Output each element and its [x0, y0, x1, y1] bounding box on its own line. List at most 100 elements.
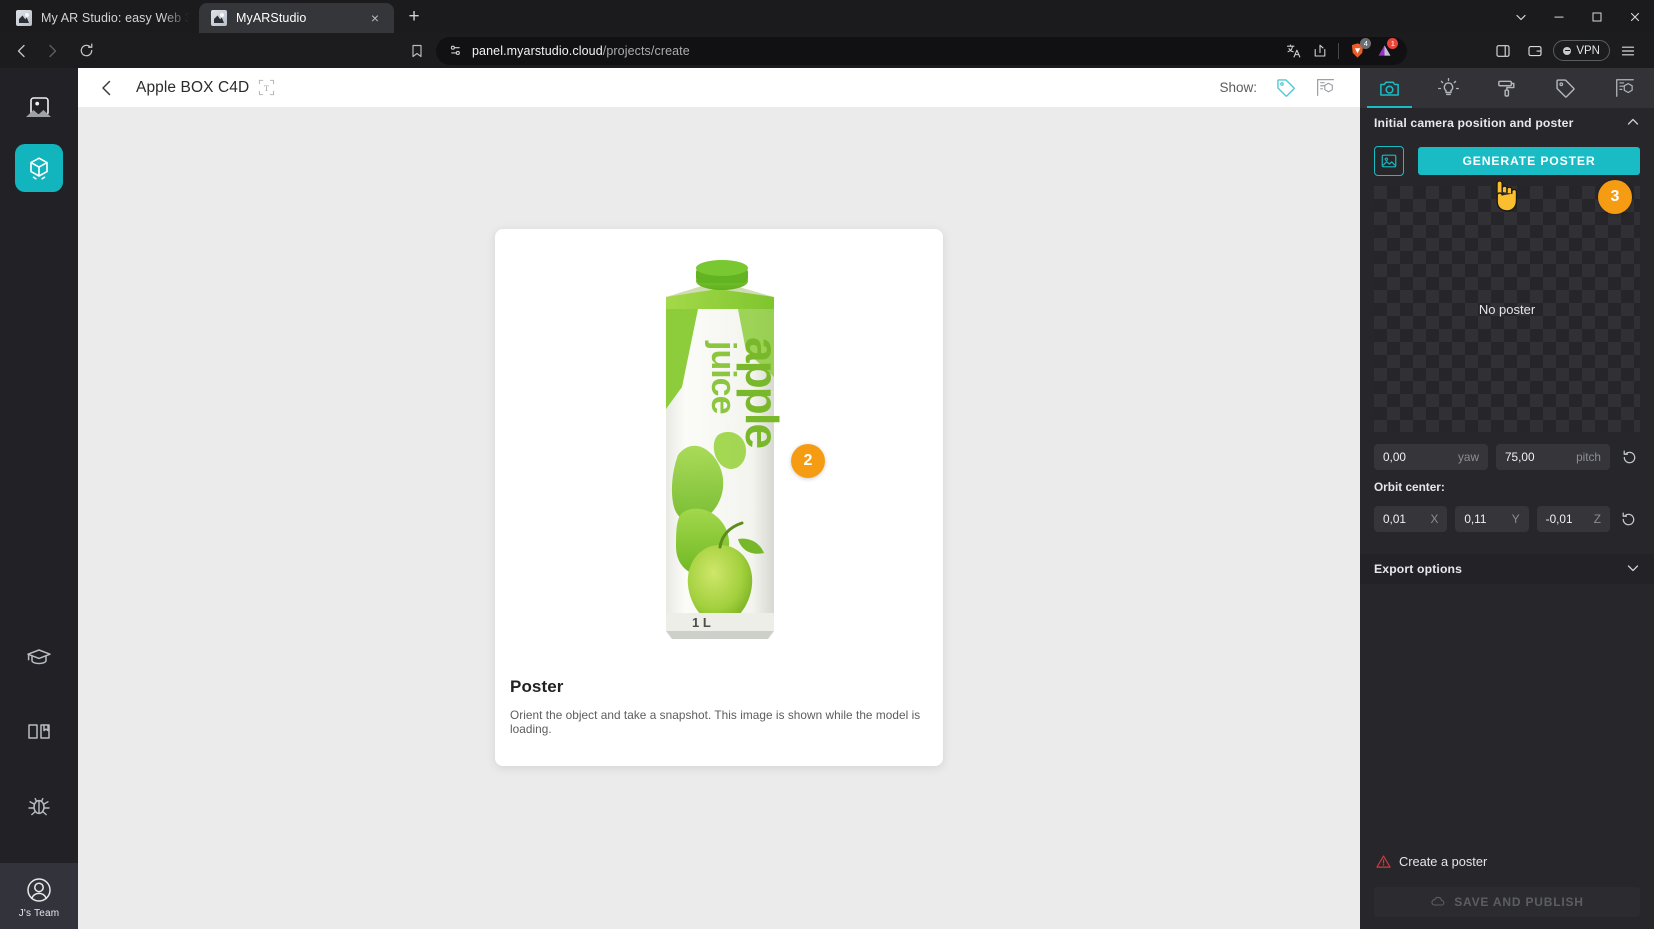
pitch-unit: pitch [1576, 450, 1601, 464]
tag-toggle-icon[interactable] [1275, 77, 1297, 99]
vpn-status-icon [1563, 46, 1572, 55]
camera-angle-fields: 0,00 yaw 75,00 pitch [1360, 432, 1654, 470]
tab-measure[interactable] [1595, 68, 1654, 108]
browser-toolbar: panel.myarstudio.cloud/projects/create 4… [0, 33, 1654, 68]
yaw-field[interactable]: 0,00 yaw [1374, 444, 1488, 470]
svg-text:1 L: 1 L [692, 615, 711, 630]
browser-tab-1[interactable]: MyARStudio × [199, 3, 394, 33]
brave-shields-icon[interactable]: 4 [1349, 38, 1372, 59]
generate-poster-button[interactable]: GENERATE POSTER [1418, 147, 1640, 175]
user-account-button[interactable]: J's Team [0, 863, 78, 929]
yaw-unit: yaw [1458, 450, 1479, 464]
orbit-x-unit: X [1430, 512, 1439, 526]
no-poster-text: No poster [1478, 301, 1536, 317]
right-panel-spacer [1360, 584, 1654, 854]
hamburger-menu-icon[interactable] [1614, 37, 1642, 65]
header-right-actions: Show: [1219, 77, 1336, 99]
tab-camera[interactable] [1360, 68, 1419, 108]
address-bar-url: panel.myarstudio.cloud/projects/create [472, 43, 690, 58]
bookmark-icon[interactable] [409, 43, 425, 59]
model-preview[interactable]: juice apple 1 L [495, 229, 943, 659]
browser-tab-0[interactable]: My AR Studio: easy Web 3D Viewer [4, 3, 199, 33]
rename-text-icon[interactable]: T [258, 79, 275, 96]
orbit-z-value: -0,01 [1545, 512, 1573, 526]
chevron-down-icon[interactable] [1626, 561, 1640, 578]
translate-icon[interactable] [1286, 43, 1302, 59]
save-and-publish-button[interactable]: SAVE AND PUBLISH [1374, 887, 1640, 917]
chevron-up-icon[interactable] [1626, 115, 1640, 132]
export-options-header[interactable]: Export options [1360, 554, 1654, 584]
image-placeholder-icon[interactable] [1374, 146, 1404, 176]
sidebar-item-models-3d[interactable] [15, 144, 63, 192]
rail-bottom-items [15, 633, 63, 863]
right-panel-tabs [1360, 68, 1654, 108]
user-circle-icon [27, 878, 51, 902]
tab-lighting[interactable] [1419, 68, 1478, 108]
back-to-projects-button[interactable] [92, 73, 122, 103]
browser-right-actions: VPN [1489, 37, 1646, 65]
step-badge-2: 2 [791, 444, 825, 478]
tab-favicon [16, 10, 32, 26]
pitch-field[interactable]: 75,00 pitch [1496, 444, 1610, 470]
right-panel: Initial camera position and poster GENER… [1360, 68, 1654, 929]
window-maximize-icon[interactable] [1578, 0, 1616, 33]
camera-section-header[interactable]: Initial camera position and poster [1360, 108, 1654, 138]
side-panel-icon[interactable] [1489, 37, 1517, 65]
back-icon[interactable] [8, 37, 36, 65]
reset-camera-angle-icon[interactable] [1618, 449, 1640, 466]
panel-gap [1360, 532, 1654, 554]
tab-search-chevron-icon[interactable] [1502, 0, 1540, 33]
orbit-z-field[interactable]: -0,01 Z [1536, 506, 1610, 532]
address-bar[interactable]: panel.myarstudio.cloud/projects/create 4… [436, 36, 1408, 65]
tab-favicon [211, 10, 227, 26]
tab-title: My AR Studio: easy Web 3D Viewer [41, 11, 189, 25]
window-close-icon[interactable] [1616, 0, 1654, 33]
tab-materials[interactable] [1478, 68, 1537, 108]
juice-carton-image: juice apple 1 L [666, 260, 788, 639]
poster-preview-area[interactable]: No poster [1374, 186, 1640, 432]
reload-icon[interactable] [72, 37, 100, 65]
poster-warning: Create a poster [1360, 854, 1654, 869]
orbit-y-unit: Y [1511, 512, 1520, 526]
new-tab-button[interactable]: + [400, 3, 428, 31]
vpn-label: VPN [1576, 44, 1600, 57]
warning-triangle-icon [1376, 854, 1391, 869]
sidebar-item-academy[interactable] [15, 633, 63, 681]
forward-icon[interactable] [38, 37, 66, 65]
cloud-upload-icon [1430, 894, 1446, 910]
site-settings-icon[interactable] [448, 43, 463, 58]
step-badge-3: 3 [1598, 180, 1632, 214]
reset-orbit-center-icon[interactable] [1618, 511, 1640, 528]
omnibox-container: panel.myarstudio.cloud/projects/create 4… [102, 36, 1487, 65]
notification-badge-count: 1 [1387, 38, 1399, 49]
poster-card-description: Orient the object and take a snapshot. T… [510, 708, 921, 736]
tab-close-icon[interactable]: × [366, 9, 384, 27]
shields-badge-count: 4 [1360, 38, 1372, 49]
window-minimize-icon[interactable] [1540, 0, 1578, 33]
page-title: Apple BOX C4D [136, 78, 250, 96]
wallet-icon[interactable] [1521, 37, 1549, 65]
vpn-button[interactable]: VPN [1553, 40, 1610, 61]
orbit-y-field[interactable]: 0,11 Y [1455, 506, 1529, 532]
orbit-center-label: Orbit center: [1374, 480, 1445, 494]
editor-canvas[interactable]: juice apple 1 L Poster Orient the object… [78, 108, 1360, 929]
tab-title: MyARStudio [236, 11, 307, 25]
orbit-x-value: 0,01 [1383, 512, 1406, 526]
user-team-name: J's Team [18, 908, 60, 919]
share-icon[interactable] [1312, 43, 1328, 59]
save-and-publish-label: SAVE AND PUBLISH [1454, 895, 1584, 909]
orbit-z-unit: Z [1593, 512, 1601, 526]
app-header: Apple BOX C4D T Show: [78, 68, 1360, 108]
orbit-x-field[interactable]: 0,01 X [1374, 506, 1448, 532]
model-grid-toggle-icon[interactable] [1315, 77, 1336, 98]
main-content: Apple BOX C4D T Show: juice apple 1 L Po… [78, 68, 1360, 929]
sidebar-item-media-library[interactable] [15, 84, 63, 132]
tab-tags[interactable] [1536, 68, 1595, 108]
extension-notification-icon[interactable]: 1 [1376, 38, 1399, 59]
sidebar-item-docs[interactable] [15, 707, 63, 755]
sidebar-item-report-bug[interactable] [15, 781, 63, 829]
toolbar-divider [1338, 42, 1340, 59]
yaw-value: 0,00 [1383, 450, 1406, 464]
left-rail: J's Team [0, 68, 78, 929]
show-label: Show: [1219, 80, 1257, 95]
